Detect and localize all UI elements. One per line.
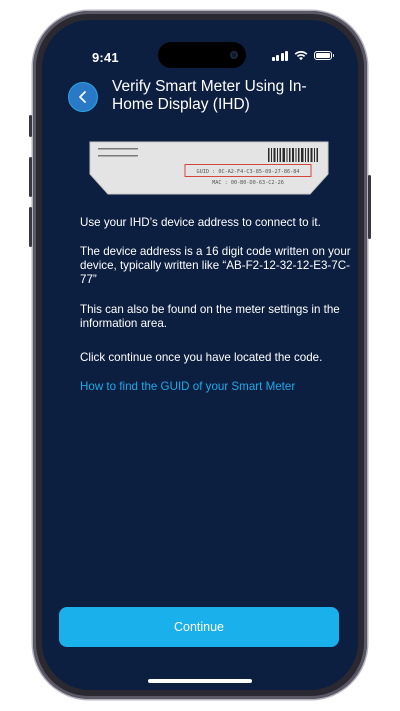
continue-button[interactable]: Continue	[59, 607, 339, 647]
home-indicator[interactable]	[148, 679, 252, 683]
cellular-signal-icon	[271, 50, 288, 61]
page-title: Verify Smart Meter Using In-Home Display…	[112, 78, 307, 113]
mac-label: MAC : 00-B0-D0-63-C2-26	[212, 180, 284, 186]
status-icons	[271, 50, 334, 61]
dynamic-island	[158, 42, 246, 68]
barcode-icon	[268, 148, 318, 162]
battery-icon	[314, 51, 334, 60]
app-screen: 9:41 Verify Smart Meter Using In-Home Di…	[42, 20, 358, 690]
back-button[interactable]	[68, 82, 98, 112]
side-button-power	[368, 175, 371, 239]
side-button-mute	[29, 115, 32, 137]
side-button-volume-down	[29, 207, 32, 247]
instruction-paragraph: Click continue once you have located the…	[80, 351, 323, 364]
camera-icon	[230, 51, 238, 59]
side-button-volume-up	[29, 157, 32, 197]
status-time: 9:41	[92, 50, 119, 65]
find-guid-link[interactable]: How to find the GUID of your Smart Meter	[80, 380, 295, 393]
instruction-paragraph: Use your IHD’s device address to connect…	[80, 216, 321, 229]
guid-label: GUID : 0C-A2-F4-C3-85-09-27-86-84	[196, 169, 299, 175]
instruction-paragraph: The device address is a 16 digit code wr…	[80, 245, 351, 287]
chevron-left-icon	[79, 91, 86, 103]
instruction-paragraph: This can also be found on the meter sett…	[80, 303, 340, 331]
wifi-icon	[294, 51, 308, 61]
phone-frame: 9:41 Verify Smart Meter Using In-Home Di…	[29, 11, 371, 699]
ihd-device-illustration: GUID : 0C-A2-F4-C3-85-09-27-86-84 MAC : …	[88, 140, 330, 201]
